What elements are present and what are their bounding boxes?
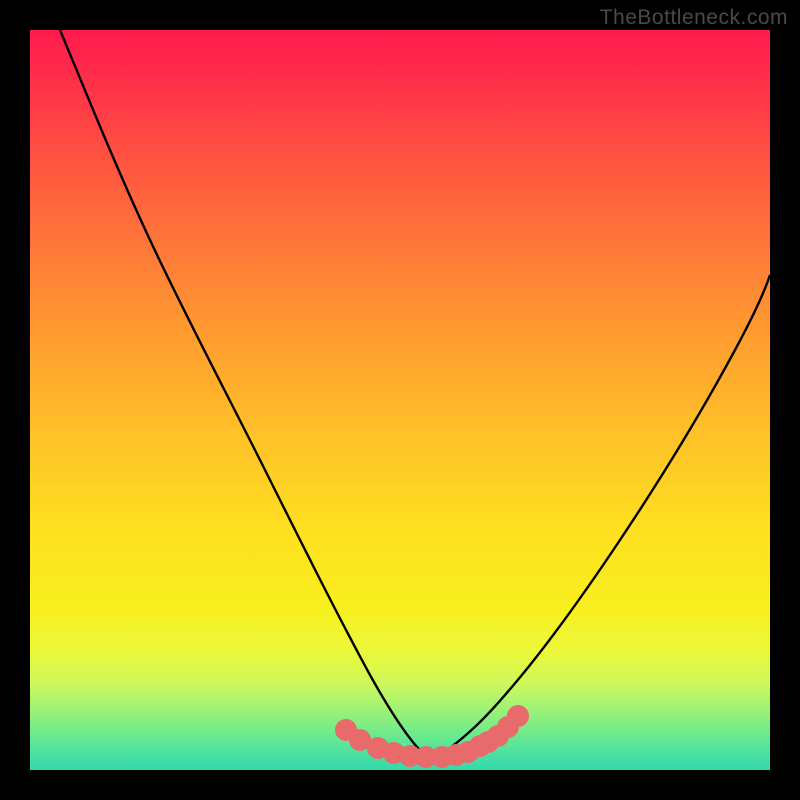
watermark-text: TheBottleneck.com: [600, 6, 788, 30]
highlight-points: [335, 705, 529, 768]
curve-overlay: [30, 30, 770, 770]
left-curve: [60, 30, 430, 760]
right-curve: [430, 275, 770, 760]
plot-area: [30, 30, 770, 770]
chart-frame: TheBottleneck.com: [0, 0, 800, 800]
